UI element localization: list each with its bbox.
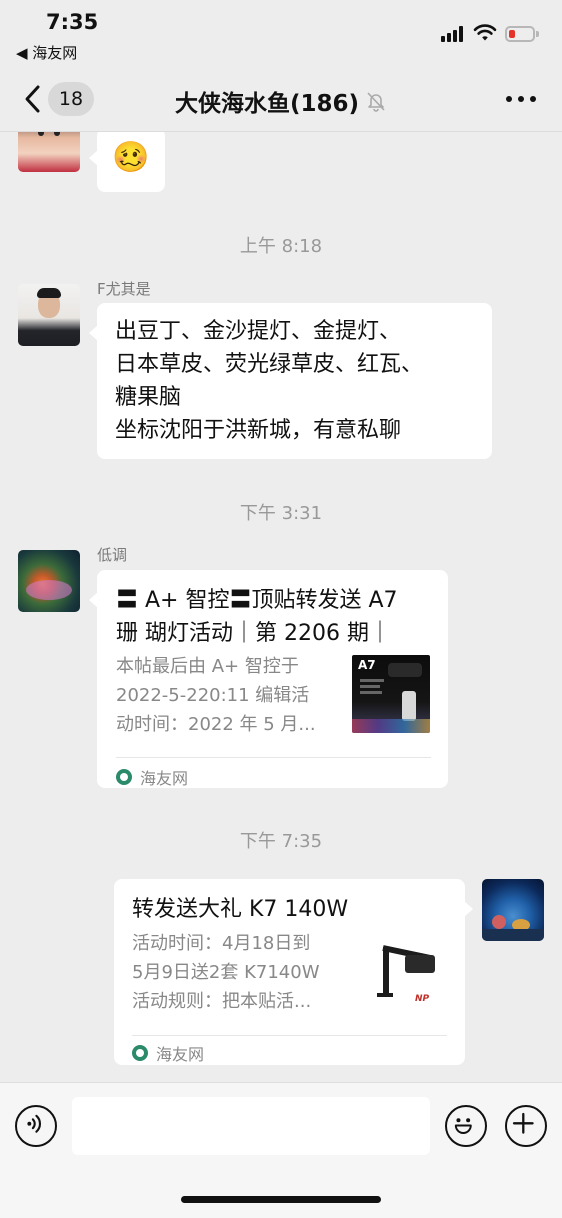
chat-title: 大侠海水鱼(186) (174, 91, 360, 117)
message-bubble[interactable]: 出豆丁、金沙提灯、金提灯、 日本草皮、荧光绿草皮、红瓦、 糖果脑 坐标沈阳于洪新… (89, 303, 492, 459)
avatar[interactable] (482, 879, 544, 941)
link-card-description: 本帖最后由 A+ 智控于 2022-5-220:11 编辑活 动时间：2022 … (116, 652, 344, 739)
link-card-thumbnail: A7 (352, 655, 430, 733)
avatar[interactable] (18, 132, 80, 172)
link-card-title: 〓 A+ 智控〓顶贴转发送 A7 (116, 588, 398, 613)
link-card-description: 活动时间：4月18日到 5月9日送2套 K7140W 活动规则：把本贴活... (132, 929, 360, 1016)
link-card-description-line: 5月9日送2套 K7140W (132, 962, 320, 983)
link-card-source: 海友网 (132, 1041, 204, 1065)
link-card-description-line: 本帖最后由 A+ 智控于 (116, 656, 299, 677)
chat-title-wrap: 大侠海水鱼(186) (0, 84, 562, 118)
link-card-source-name: 海友网 (140, 769, 189, 788)
link-card-source-name: 海友网 (156, 1045, 205, 1064)
plus-icon[interactable] (505, 1105, 547, 1147)
thumbnail-label: A7 (358, 658, 376, 672)
source-app-icon (132, 1045, 148, 1061)
sender-name: 低调 (97, 546, 128, 564)
link-card-description-line: 2022-5-220:11 编辑活 (116, 685, 310, 706)
link-card[interactable]: 〓 A+ 智控〓顶贴转发送 A7 珊 瑚灯活动｜第 2206 期｜ 本帖最后由 … (89, 570, 448, 789)
link-card-description-line: 动时间：2022 年 5 月... (116, 714, 316, 735)
avatar[interactable] (18, 284, 80, 346)
link-card-description-line: 活动时间：4月18日到 (132, 933, 311, 954)
home-indicator (181, 1196, 381, 1203)
link-card-divider (116, 757, 431, 758)
link-card-divider (132, 1035, 447, 1036)
status-time: 7:35 (46, 10, 99, 34)
link-card-title: 珊 瑚灯活动｜第 2206 期｜ (116, 621, 391, 646)
message-timestamp: 下午 3:31 (239, 503, 323, 524)
source-app-icon (116, 769, 132, 785)
message-timestamp: 下午 7:35 (239, 831, 323, 852)
message-input[interactable] (72, 1097, 430, 1155)
link-card-source: 海友网 (116, 765, 188, 789)
emoji-icon[interactable] (445, 1105, 487, 1147)
wifi-icon (473, 24, 497, 41)
battery-icon (505, 26, 539, 42)
link-card-thumbnail: NP (369, 933, 447, 1011)
voice-icon[interactable] (15, 1105, 57, 1147)
message-timestamp: 上午 8:18 (239, 236, 323, 257)
back-to-app-link[interactable]: ◀ 海友网 (16, 42, 77, 63)
link-card-title: 转发送大礼 K7 140W (132, 897, 349, 922)
message-text: 出豆丁、金沙提灯、金提灯、 日本草皮、荧光绿草皮、红瓦、 糖果脑 坐标沈阳于洪新… (115, 319, 424, 443)
mute-bell-icon (367, 92, 385, 112)
message-list[interactable]: 🥴 上午 8:18 F尤其是 出豆丁、金沙提灯、金提灯、 日本草皮、荧光绿草皮、… (0, 132, 562, 1082)
link-card[interactable]: 转发送大礼 K7 140W 活动时间：4月18日到 5月9日送2套 K7140W… (114, 879, 473, 1065)
message-bubble[interactable]: 🥴 (89, 132, 165, 192)
emoji-message: 🥴 (112, 140, 150, 175)
chat-header: 18 大侠海水鱼(186) (0, 66, 562, 132)
cellular-signal-icon (441, 26, 467, 42)
link-card-description-line: 活动规则：把本贴活... (132, 991, 312, 1012)
more-icon[interactable] (504, 96, 538, 104)
sender-name: F尤其是 (97, 280, 151, 298)
status-bar: 7:35 ◀ 海友网 (0, 0, 562, 66)
avatar[interactable] (18, 550, 80, 612)
